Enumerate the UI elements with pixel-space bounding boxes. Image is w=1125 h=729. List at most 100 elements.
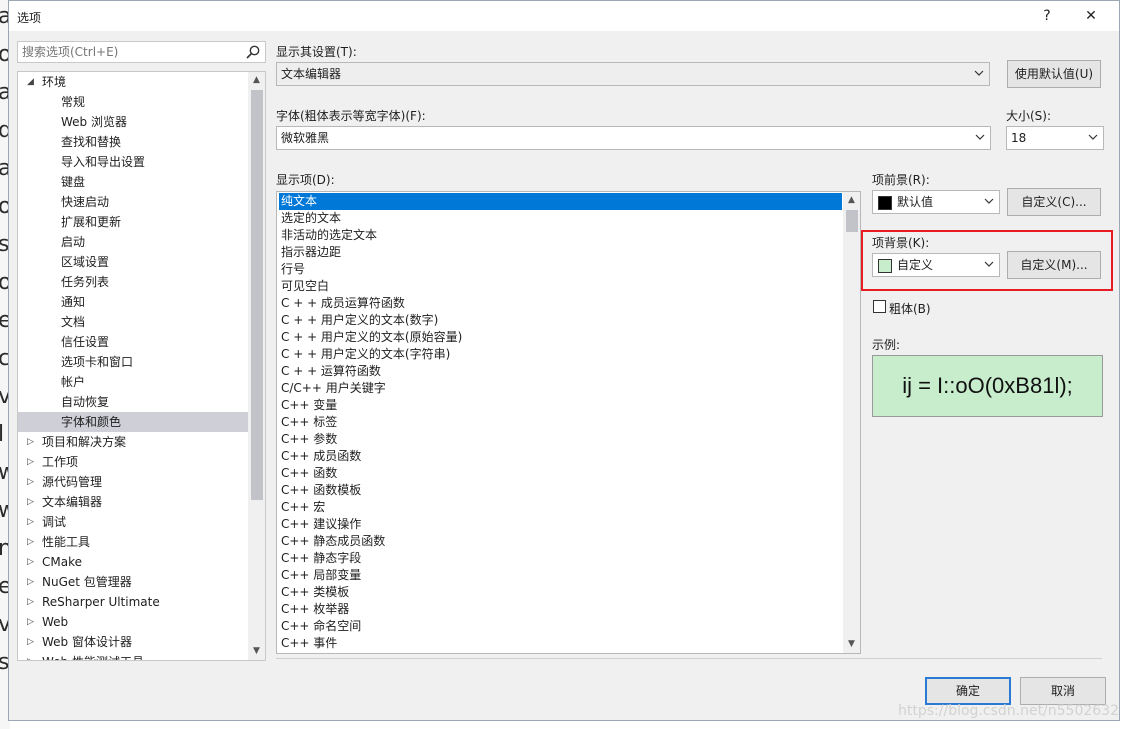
search-input[interactable] [18, 42, 228, 62]
expand-arrow-icon[interactable]: ▷ [27, 472, 37, 492]
chevron-down-icon[interactable]: ▼ [843, 636, 860, 653]
font-select[interactable]: 微软雅黑 [276, 126, 991, 150]
tree-item[interactable]: 字体和颜色 [18, 412, 249, 432]
tree-item[interactable]: 启动 [18, 232, 249, 252]
expand-arrow-icon[interactable]: ▷ [27, 652, 37, 660]
list-item[interactable]: 指示器边距 [279, 244, 842, 261]
expand-arrow-icon[interactable]: ▷ [27, 632, 37, 652]
tree-item[interactable]: 键盘 [18, 172, 249, 192]
tree-item[interactable]: ▷ 工作项 [18, 452, 249, 472]
expand-arrow-icon[interactable]: ▷ [27, 612, 37, 632]
list-item[interactable]: C + + 成员运算符函数 [279, 295, 842, 312]
background-select[interactable]: 自定义 [872, 253, 1000, 277]
expand-arrow-icon[interactable]: ▷ [27, 532, 37, 552]
tree-item[interactable]: ◢ 环境 [18, 72, 249, 92]
tree-item[interactable]: 信任设置 [18, 332, 249, 352]
help-button[interactable]: ? [1033, 5, 1061, 27]
list-item[interactable]: 非活动的选定文本 [279, 227, 842, 244]
tree-item[interactable]: 扩展和更新 [18, 212, 249, 232]
tree-item[interactable]: ▷ Web 窗体设计器 [18, 632, 249, 652]
tree-item-label: 源代码管理 [42, 475, 103, 489]
list-item[interactable]: 选定的文本 [279, 210, 842, 227]
background-custom-button[interactable]: 自定义(M)... [1007, 251, 1101, 279]
list-item[interactable]: C++ 成员函数 [279, 448, 842, 465]
list-scroll-thumb[interactable] [846, 210, 858, 232]
list-scrollbar[interactable]: ▲ ▼ [843, 192, 860, 653]
background-label: 项背景(K): [872, 236, 930, 250]
size-select[interactable]: 18 [1006, 126, 1104, 150]
foreground-select[interactable]: 默认值 [872, 190, 1000, 214]
tree-item[interactable]: Web 浏览器 [18, 112, 249, 132]
tree-item-label: Web 窗体设计器 [42, 635, 132, 649]
list-item[interactable]: C + + 用户定义的文本(数字) [279, 312, 842, 329]
tree-scrollbar[interactable]: ▲ ▼ [248, 72, 265, 660]
ok-button[interactable]: 确定 [925, 677, 1011, 705]
list-item[interactable]: C++ 静态成员函数 [279, 533, 842, 550]
tree-item-label: 导入和导出设置 [61, 155, 146, 169]
expand-arrow-icon[interactable]: ▷ [27, 512, 37, 532]
chevron-up-icon[interactable]: ▲ [248, 72, 265, 89]
tree-item[interactable]: ▷ ReSharper Ultimate [18, 592, 249, 612]
bold-checkbox[interactable] [873, 300, 886, 313]
list-item[interactable]: C++ 枚举器 [279, 601, 842, 618]
list-item[interactable]: C++ 函数模板 [279, 482, 842, 499]
tree-item[interactable]: 快速启动 [18, 192, 249, 212]
close-button[interactable]: ✕ [1077, 5, 1105, 27]
tree-item-label: 快速启动 [61, 195, 110, 209]
list-item[interactable]: C++ 建议操作 [279, 516, 842, 533]
list-item[interactable]: C + + 用户定义的文本(字符串) [279, 346, 842, 363]
list-item[interactable]: C++ 宏 [279, 499, 842, 516]
tree-item[interactable]: ▷ 调试 [18, 512, 249, 532]
tree-item[interactable]: 自动恢复 [18, 392, 249, 412]
list-item[interactable]: C++ 命名空间 [279, 618, 842, 635]
list-item[interactable]: 可见空白 [279, 278, 842, 295]
list-item[interactable]: C++ 局部变量 [279, 567, 842, 584]
tree-item[interactable]: 导入和导出设置 [18, 152, 249, 172]
foreground-custom-button[interactable]: 自定义(C)... [1007, 188, 1101, 216]
list-item[interactable]: C + + 运算符函数 [279, 363, 842, 380]
tree-item[interactable]: ▷ CMake [18, 552, 249, 572]
show-settings-select[interactable]: 文本编辑器 [276, 62, 990, 86]
tree-item[interactable]: 任务列表 [18, 272, 249, 292]
tree-item[interactable]: 帐户 [18, 372, 249, 392]
tree-item[interactable]: ▷ 项目和解决方案 [18, 432, 249, 452]
tree-item[interactable]: 区域设置 [18, 252, 249, 272]
list-item[interactable]: 纯文本 [279, 193, 842, 210]
expand-arrow-icon[interactable]: ▷ [27, 552, 37, 572]
search-icon[interactable] [245, 44, 261, 60]
tree-item[interactable]: 常规 [18, 92, 249, 112]
list-item[interactable]: C++ 事件 [279, 635, 842, 652]
list-item[interactable]: C++ 函数 [279, 465, 842, 482]
chevron-down-icon[interactable]: ▼ [248, 643, 265, 660]
tree-item[interactable]: ▷ 性能工具 [18, 532, 249, 552]
search-box [17, 41, 266, 63]
use-default-button[interactable]: 使用默认值(U) [1007, 60, 1101, 88]
list-item[interactable]: C++ 类模板 [279, 584, 842, 601]
expand-arrow-icon[interactable]: ▷ [27, 572, 37, 592]
list-item[interactable]: C/C++ 用户关键字 [279, 380, 842, 397]
expand-arrow-icon[interactable]: ▷ [27, 592, 37, 612]
tree-item[interactable]: 查找和替换 [18, 132, 249, 152]
tree-item[interactable]: 文档 [18, 312, 249, 332]
sample-preview: ij = I::oO(0xB81l); [872, 355, 1103, 417]
chevron-up-icon[interactable]: ▲ [843, 192, 860, 209]
tree-item[interactable]: 选项卡和窗口 [18, 352, 249, 372]
tree-item[interactable]: ▷ NuGet 包管理器 [18, 572, 249, 592]
tree-scroll-thumb[interactable] [251, 90, 263, 500]
tree-item[interactable]: ▷ 源代码管理 [18, 472, 249, 492]
list-item[interactable]: C++ 标签 [279, 414, 842, 431]
expand-arrow-icon[interactable]: ▷ [27, 492, 37, 512]
list-item[interactable]: 行号 [279, 261, 842, 278]
tree-item[interactable]: ▷ Web [18, 612, 249, 632]
tree-item[interactable]: 通知 [18, 292, 249, 312]
expand-arrow-icon[interactable]: ▷ [27, 452, 37, 472]
tree-item[interactable]: ▷ Web 性能测试工具 [18, 652, 249, 660]
list-item[interactable]: C++ 静态字段 [279, 550, 842, 567]
cancel-button[interactable]: 取消 [1020, 677, 1106, 705]
tree-item[interactable]: ▷ 文本编辑器 [18, 492, 249, 512]
list-item[interactable]: C++ 变量 [279, 397, 842, 414]
expand-arrow-icon[interactable]: ▷ [27, 432, 37, 452]
collapse-arrow-icon[interactable]: ◢ [27, 72, 37, 92]
list-item[interactable]: C + + 用户定义的文本(原始容量) [279, 329, 842, 346]
list-item[interactable]: C++ 参数 [279, 431, 842, 448]
